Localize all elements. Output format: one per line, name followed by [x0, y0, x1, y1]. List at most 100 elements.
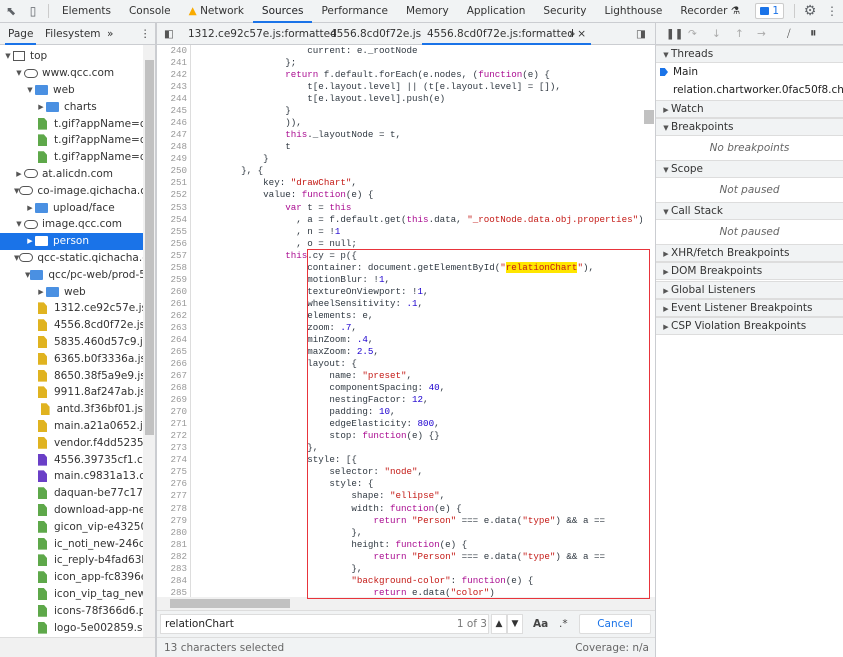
code-line[interactable]: height: function(e) {: [197, 539, 642, 551]
editor-tab-active[interactable]: 4556.8cd0f72e.js:formatted ×: [422, 23, 592, 45]
tree-item[interactable]: daquan-be77c176.png: [0, 485, 143, 502]
code-line[interactable]: container: document.getElementById("rela…: [197, 262, 642, 274]
code-line[interactable]: "background-color": function(e) {: [197, 575, 642, 587]
collapsed-section-header[interactable]: ▶ DOM Breakpoints: [656, 262, 843, 281]
expanded-triangle-icon[interactable]: ▼: [25, 86, 35, 94]
line-number[interactable]: 276: [157, 478, 187, 490]
line-number[interactable]: 280: [157, 527, 187, 539]
collapsed-section-header[interactable]: ▶ CSP Violation Breakpoints: [656, 317, 843, 336]
code-line[interactable]: }, {: [197, 165, 642, 177]
line-number[interactable]: 243: [157, 81, 187, 93]
tab-console[interactable]: Console: [120, 0, 180, 23]
tree-item[interactable]: ic_noti_new-246d1: [0, 535, 143, 552]
tree-item[interactable]: ic_reply-b4fad63b.: [0, 552, 143, 569]
line-number[interactable]: 251: [157, 177, 187, 189]
line-number[interactable]: 258: [157, 262, 187, 274]
editor-vertical-scrollbar[interactable]: [643, 45, 655, 597]
code-line[interactable]: t[e.layout.level].push(e): [197, 93, 642, 105]
tab-application[interactable]: Application: [458, 0, 535, 23]
collapsed-section-header[interactable]: ▶ XHR/fetch Breakpoints: [656, 244, 843, 262]
tab-recorder[interactable]: Recorder ⚗: [671, 0, 749, 23]
collapsed-triangle-icon[interactable]: ▶: [25, 237, 35, 245]
step-icon[interactable]: →: [757, 23, 766, 45]
line-number[interactable]: 244: [157, 93, 187, 105]
tree-item[interactable]: ▶ at.alicdn.com: [0, 166, 143, 183]
line-number[interactable]: 247: [157, 129, 187, 141]
tree-item[interactable]: 9911.8af247ab.js: [0, 384, 143, 401]
code-line[interactable]: },: [197, 527, 642, 539]
tree-item[interactable]: 5835.460d57c9.js: [0, 334, 143, 351]
code-line[interactable]: motionBlur: !1,: [197, 274, 642, 286]
tree-item[interactable]: ▼ web: [0, 82, 143, 99]
line-number[interactable]: 270: [157, 406, 187, 418]
settings-gear-icon[interactable]: ⚙: [799, 0, 821, 22]
device-toolbar-icon[interactable]: ▯: [22, 0, 44, 22]
line-number-gutter[interactable]: 240 241 242 243 244 245 246 247 248 249 250 251 252 2…: [157, 45, 191, 597]
tree-item[interactable]: vendor.f4dd5235.js: [0, 434, 143, 451]
tree-item[interactable]: 4556.39735cf1.css: [0, 451, 143, 468]
thread-main[interactable]: Main: [656, 63, 843, 81]
watch-section-header[interactable]: ▶ Watch: [656, 100, 843, 118]
line-number[interactable]: 261: [157, 298, 187, 310]
tab-sources[interactable]: Sources: [252, 0, 313, 23]
tree-item[interactable]: t.gif?appName=qcc: [0, 132, 143, 149]
line-number[interactable]: 272: [157, 430, 187, 442]
code-line[interactable]: width: function(e) {: [197, 503, 642, 515]
code-line[interactable]: style: {: [197, 478, 642, 490]
code-line[interactable]: return f.default.forEach(e.nodes, (funct…: [197, 69, 642, 81]
code-line[interactable]: wheelSensitivity: .1,: [197, 298, 642, 310]
navigator-scrollbar-thumb[interactable]: [145, 60, 154, 435]
code-line[interactable]: style: [{: [197, 454, 642, 466]
code-line[interactable]: edgeElasticity: 800,: [197, 418, 642, 430]
line-number[interactable]: 283: [157, 563, 187, 575]
line-number[interactable]: 252: [157, 189, 187, 201]
code-line[interactable]: key: "drawChart",: [197, 177, 642, 189]
editor-scrollbar-thumb[interactable]: [644, 110, 654, 124]
code-line[interactable]: },: [197, 563, 642, 575]
step-out-icon[interactable]: ↑: [735, 23, 744, 45]
tree-item[interactable]: ▶ charts: [0, 98, 143, 115]
line-number[interactable]: 242: [157, 69, 187, 81]
line-number[interactable]: 269: [157, 394, 187, 406]
line-number[interactable]: 240: [157, 45, 187, 57]
line-number[interactable]: 248: [157, 141, 187, 153]
more-options-icon[interactable]: ⋮: [821, 0, 843, 22]
collapsed-section-header[interactable]: ▶ Global Listeners: [656, 280, 843, 299]
line-number[interactable]: 260: [157, 286, 187, 298]
tree-item[interactable]: ▼ top: [0, 48, 143, 65]
tree-item[interactable]: ▼qcc-static.qichacha.com: [0, 250, 143, 267]
tree-item[interactable]: ▶ web: [0, 283, 143, 300]
line-number[interactable]: 253: [157, 202, 187, 214]
tab-memory[interactable]: Memory: [397, 0, 458, 23]
code-line[interactable]: }: [197, 105, 642, 117]
expanded-triangle-icon[interactable]: ▼: [14, 69, 24, 77]
tree-item[interactable]: ▶ person: [0, 232, 143, 250]
line-number[interactable]: 279: [157, 515, 187, 527]
code-line[interactable]: , o = null;: [197, 238, 642, 250]
navigator-menu-icon[interactable]: ⋮: [140, 23, 151, 45]
tree-item[interactable]: 4556.8cd0f72e.js: [0, 317, 143, 334]
code-line[interactable]: t: [197, 141, 642, 153]
tree-item[interactable]: main.a21a0652.js: [0, 418, 143, 435]
close-tab-icon[interactable]: ×: [577, 28, 586, 40]
tree-item[interactable]: icon_app-fc8396e9: [0, 569, 143, 586]
line-number[interactable]: 266: [157, 358, 187, 370]
match-case-button[interactable]: Aa: [533, 618, 548, 630]
code-line[interactable]: maxZoom: 2.5,: [197, 346, 642, 358]
code-line[interactable]: value: function(e) {: [197, 189, 642, 201]
step-into-icon[interactable]: ↓: [712, 23, 721, 45]
code-line[interactable]: , a = f.default.get(this.data, "_rootNod…: [197, 214, 642, 226]
code-line[interactable]: textureOnViewport: !1,: [197, 286, 642, 298]
editor-horizontal-scrollbar-thumb[interactable]: [170, 599, 290, 608]
line-number[interactable]: 259: [157, 274, 187, 286]
tree-item[interactable]: ▶ upload/face: [0, 199, 143, 216]
collapsed-section-header[interactable]: ▶ Event Listener Breakpoints: [656, 298, 843, 317]
line-number[interactable]: 281: [157, 539, 187, 551]
tree-item[interactable]: icons-78f366d6.png: [0, 602, 143, 619]
tab-lighthouse[interactable]: Lighthouse: [596, 0, 672, 23]
line-number[interactable]: 277: [157, 490, 187, 502]
tree-item[interactable]: ▼qcc/pc-web/prod-5.0: [0, 266, 143, 283]
cancel-search-button[interactable]: Cancel: [579, 614, 651, 634]
line-number[interactable]: 282: [157, 551, 187, 563]
inspect-element-icon[interactable]: ⬉: [0, 0, 22, 22]
